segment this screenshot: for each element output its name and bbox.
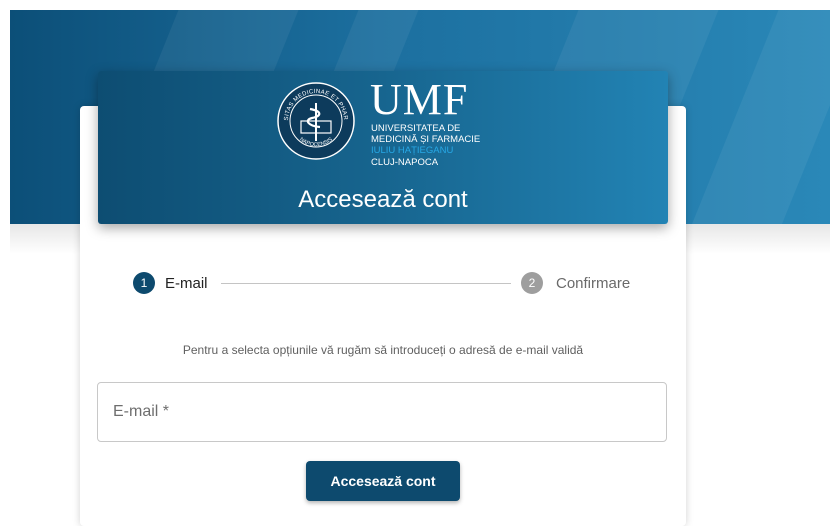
logo-line-1: UNIVERSITATEA DE [371,123,461,134]
email-input[interactable] [98,383,666,441]
card-header: UNIVERSITAS MEDICINAE ET PHARMACIAE NAPO… [98,71,668,224]
step-1-indicator: 1 [133,272,155,294]
email-field [97,382,667,442]
step-1-number: 1 [140,276,148,290]
stepper: 1 E-mail 2 Confirmare [133,272,639,296]
logo-line-4: CLUJ-NAPOCA [371,157,439,168]
page-title: Accesează cont [298,186,468,213]
step-1-label: E-mail [165,275,208,292]
university-seal-icon: UNIVERSITAS MEDICINAE ET PHARMACIAE NAPO… [276,81,355,160]
instructions-text: Pentru a selecta opțiunile vă rugăm să i… [182,343,584,357]
step-2-label: Confirmare [556,275,631,292]
logo-line-2: MEDICINĂ ȘI FARMACIE [371,134,481,145]
logo-abbreviation: UMF [370,75,469,124]
logo-line-3: IULIU HAȚIEGANU [371,145,454,156]
step-connector [221,283,511,284]
step-2-number: 2 [528,276,536,290]
step-2-indicator: 2 [521,272,543,294]
submit-button[interactable]: Accesează cont [306,461,460,501]
